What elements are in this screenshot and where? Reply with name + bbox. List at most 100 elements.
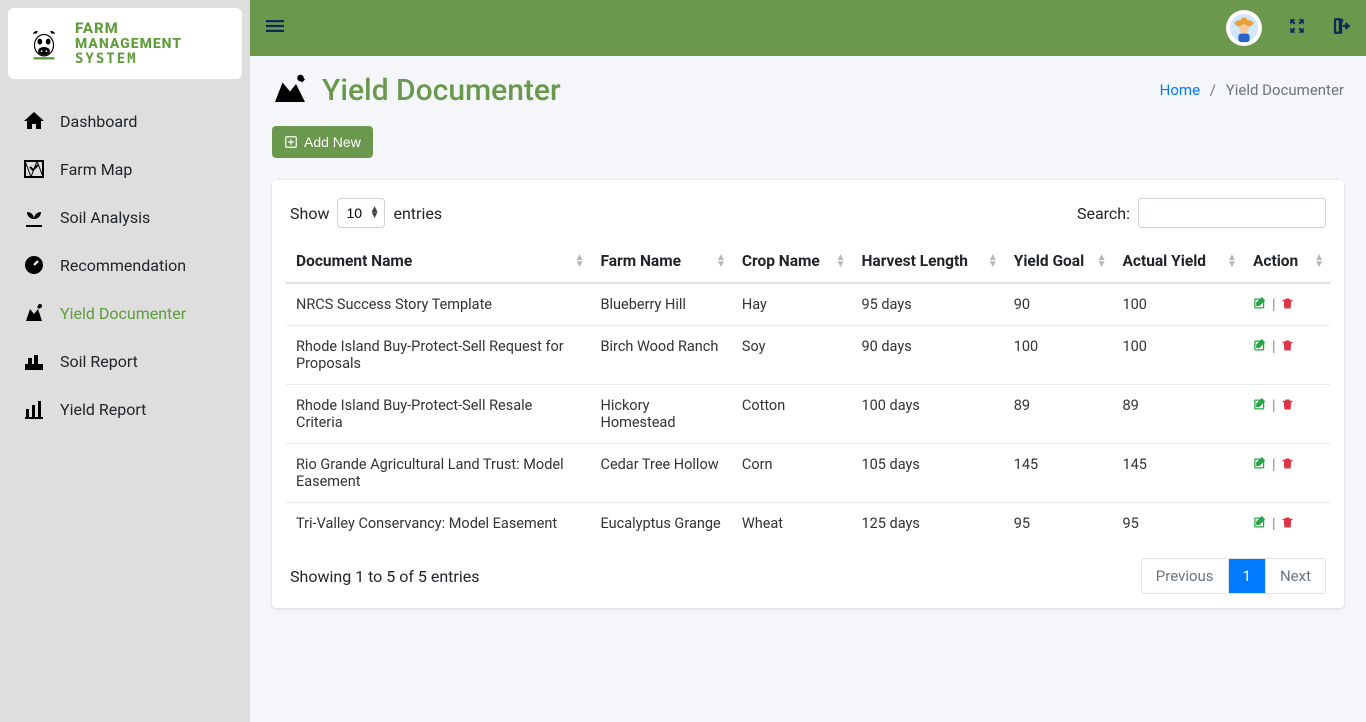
cell-crop: Wheat bbox=[732, 503, 852, 545]
cell-crop: Soy bbox=[732, 326, 852, 385]
sort-icon: ▲▼ bbox=[1097, 254, 1107, 268]
table-row: Rhode Island Buy-Protect-Sell Resale Cri… bbox=[286, 385, 1330, 444]
cell-harvest: 125 days bbox=[851, 503, 1003, 545]
delete-icon[interactable] bbox=[1280, 338, 1295, 355]
pagination: Previous 1 Next bbox=[1141, 558, 1326, 594]
cell-harvest: 90 days bbox=[851, 326, 1003, 385]
cell-action: | bbox=[1243, 385, 1330, 444]
length-control: Show 10 ▲▼ entries bbox=[290, 198, 442, 228]
cell-actual: 145 bbox=[1112, 444, 1242, 503]
sort-icon: ▲▼ bbox=[716, 254, 726, 268]
user-avatar[interactable] bbox=[1226, 10, 1262, 46]
breadcrumb-home[interactable]: Home bbox=[1160, 81, 1200, 99]
table-row: Tri-Valley Conservancy: Model EasementEu… bbox=[286, 503, 1330, 545]
cell-goal: 100 bbox=[1004, 326, 1113, 385]
edit-icon[interactable] bbox=[1253, 397, 1268, 414]
breadcrumb: Home / Yield Documenter bbox=[1160, 81, 1344, 99]
yield-table: Document Name▲▼ Farm Name▲▼ Crop Name▲▼ … bbox=[286, 240, 1330, 544]
sidebar-item-farm-map[interactable]: Farm Map bbox=[0, 145, 250, 193]
edit-icon[interactable] bbox=[1253, 338, 1268, 355]
nav-list: Dashboard Farm Map Soil Analysis Recomme… bbox=[0, 87, 250, 443]
brand[interactable]: FARM MANAGEMENT SYSTEM bbox=[8, 8, 242, 79]
table-row: NRCS Success Story TemplateBlueberry Hil… bbox=[286, 283, 1330, 326]
seedling-icon bbox=[22, 205, 46, 229]
cell-document: Tri-Valley Conservancy: Model Easement bbox=[286, 503, 591, 545]
col-yield-goal[interactable]: Yield Goal▲▼ bbox=[1004, 240, 1113, 283]
separator: | bbox=[1272, 515, 1276, 532]
sidebar-item-recommendation[interactable]: Recommendation bbox=[0, 241, 250, 289]
sidebar-item-yield-documenter[interactable]: Yield Documenter bbox=[0, 289, 250, 337]
sidebar-item-soil-analysis[interactable]: Soil Analysis bbox=[0, 193, 250, 241]
page-1[interactable]: 1 bbox=[1228, 559, 1265, 593]
page-prev[interactable]: Previous bbox=[1142, 559, 1228, 593]
cell-crop: Cotton bbox=[732, 385, 852, 444]
cell-actual: 100 bbox=[1112, 326, 1242, 385]
sidebar-item-label: Soil Report bbox=[60, 352, 138, 371]
col-crop-name[interactable]: Crop Name▲▼ bbox=[732, 240, 852, 283]
page-title: Yield Documenter bbox=[272, 72, 561, 108]
search-label: Search: bbox=[1077, 204, 1130, 223]
expand-icon[interactable] bbox=[1288, 17, 1306, 39]
cell-document: Rhode Island Buy-Protect-Sell Resale Cri… bbox=[286, 385, 591, 444]
sidebar-item-soil-report[interactable]: Soil Report bbox=[0, 337, 250, 385]
search-input[interactable] bbox=[1138, 198, 1326, 228]
separator: | bbox=[1272, 296, 1276, 313]
gauge-icon bbox=[22, 253, 46, 277]
cell-farm: Cedar Tree Hollow bbox=[591, 444, 732, 503]
sort-icon: ▲▼ bbox=[836, 254, 846, 268]
cell-action: | bbox=[1243, 444, 1330, 503]
table-row: Rhode Island Buy-Protect-Sell Request fo… bbox=[286, 326, 1330, 385]
cell-farm: Eucalyptus Grange bbox=[591, 503, 732, 545]
cell-farm: Birch Wood Ranch bbox=[591, 326, 732, 385]
edit-icon[interactable] bbox=[1253, 515, 1268, 532]
dashboard-icon bbox=[22, 109, 46, 133]
page-length-select[interactable]: 10 bbox=[337, 198, 385, 228]
col-action[interactable]: Action▲▼ bbox=[1243, 240, 1330, 283]
cell-farm: Hickory Homestead bbox=[591, 385, 732, 444]
edit-icon[interactable] bbox=[1253, 456, 1268, 473]
cell-crop: Corn bbox=[732, 444, 852, 503]
sidebar-item-dashboard[interactable]: Dashboard bbox=[0, 97, 250, 145]
farm-page-icon bbox=[272, 72, 308, 108]
page-next[interactable]: Next bbox=[1265, 559, 1325, 593]
delete-icon[interactable] bbox=[1280, 515, 1295, 532]
edit-icon[interactable] bbox=[1253, 296, 1268, 313]
sidebar-item-label: Dashboard bbox=[60, 112, 137, 131]
menu-toggle-icon[interactable] bbox=[266, 17, 284, 40]
separator: | bbox=[1272, 397, 1276, 414]
cell-document: NRCS Success Story Template bbox=[286, 283, 591, 326]
cell-goal: 145 bbox=[1004, 444, 1113, 503]
add-new-button[interactable]: Add New bbox=[272, 126, 373, 158]
col-harvest-length[interactable]: Harvest Length▲▼ bbox=[851, 240, 1003, 283]
delete-icon[interactable] bbox=[1280, 397, 1295, 414]
farm-icon bbox=[22, 301, 46, 325]
sidebar: FARM MANAGEMENT SYSTEM Dashboard Farm Ma… bbox=[0, 0, 250, 722]
sort-icon: ▲▼ bbox=[1227, 254, 1237, 268]
table-info: Showing 1 to 5 of 5 entries bbox=[290, 567, 479, 586]
map-icon bbox=[22, 157, 46, 181]
col-farm-name[interactable]: Farm Name▲▼ bbox=[591, 240, 732, 283]
sidebar-item-yield-report[interactable]: Yield Report bbox=[0, 385, 250, 433]
delete-icon[interactable] bbox=[1280, 296, 1295, 313]
cell-farm: Blueberry Hill bbox=[591, 283, 732, 326]
cell-harvest: 105 days bbox=[851, 444, 1003, 503]
cell-harvest: 100 days bbox=[851, 385, 1003, 444]
sidebar-item-label: Yield Report bbox=[60, 400, 146, 419]
col-document-name[interactable]: Document Name▲▼ bbox=[286, 240, 591, 283]
sort-icon: ▲▼ bbox=[1314, 254, 1324, 268]
cell-action: | bbox=[1243, 326, 1330, 385]
brand-logo-icon bbox=[23, 23, 65, 65]
col-actual-yield[interactable]: Actual Yield▲▼ bbox=[1112, 240, 1242, 283]
plus-icon bbox=[284, 135, 298, 149]
topbar bbox=[250, 0, 1366, 56]
cell-action: | bbox=[1243, 283, 1330, 326]
logout-icon[interactable] bbox=[1332, 17, 1350, 39]
delete-icon[interactable] bbox=[1280, 456, 1295, 473]
cell-goal: 89 bbox=[1004, 385, 1113, 444]
sidebar-item-label: Soil Analysis bbox=[60, 208, 150, 227]
sort-icon: ▲▼ bbox=[575, 254, 585, 268]
sidebar-item-label: Farm Map bbox=[60, 160, 132, 179]
cell-document: Rio Grande Agricultural Land Trust: Mode… bbox=[286, 444, 591, 503]
table-row: Rio Grande Agricultural Land Trust: Mode… bbox=[286, 444, 1330, 503]
brand-text: FARM MANAGEMENT SYSTEM bbox=[75, 20, 182, 67]
